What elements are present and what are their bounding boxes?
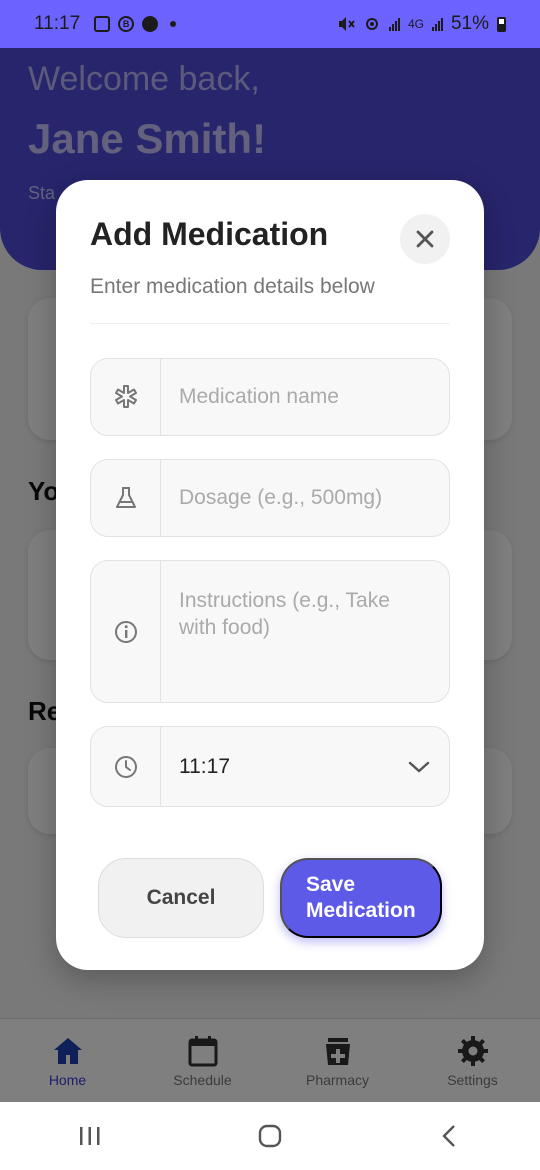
status-bar: 11:17 B 4G 51%: [0, 0, 540, 48]
save-medication-button[interactable]: Save Medication: [280, 858, 442, 938]
network-label: 4G: [407, 17, 424, 31]
recent-apps-icon[interactable]: [77, 1124, 103, 1148]
close-button[interactable]: [400, 214, 450, 264]
field-icon-cell: [91, 561, 161, 702]
signal-icon: [388, 17, 400, 31]
notification-dot-icon: [170, 21, 177, 27]
dialog-title: Add Medication: [90, 216, 329, 252]
add-medication-dialog: Add Medication Enter medication details …: [56, 180, 484, 970]
medication-name-field: [90, 358, 450, 436]
clock-icon: [114, 755, 137, 778]
time-value: 11:17: [179, 754, 230, 778]
status-time: 11:17: [34, 13, 81, 34]
b-app-icon: B: [118, 16, 135, 32]
medical-asterisk-icon: [114, 385, 137, 408]
info-icon: [114, 620, 137, 643]
dosage-field: [90, 459, 450, 537]
field-icon-cell: [91, 460, 161, 536]
dialog-subtitle: Enter medication details below: [90, 275, 375, 298]
home-nav-icon[interactable]: [257, 1123, 283, 1149]
system-nav-bar: [0, 1102, 540, 1170]
back-icon[interactable]: [437, 1123, 463, 1149]
mute-icon: [338, 17, 355, 31]
flask-icon: [115, 487, 136, 508]
instructions-input[interactable]: [161, 561, 449, 702]
gallery-icon: [94, 16, 111, 32]
chevron-cell: [389, 727, 449, 806]
hotspot-icon: [365, 18, 378, 30]
battery-percent: 51%: [450, 13, 489, 34]
signal-icon-2: [431, 17, 443, 31]
field-icon-cell: [91, 359, 161, 435]
cancel-button[interactable]: Cancel: [98, 858, 264, 938]
instructions-field: [90, 560, 450, 703]
dialog-divider: [90, 323, 450, 324]
chevron-down-icon: [408, 761, 430, 773]
close-icon: [416, 230, 434, 248]
battery-icon: [497, 16, 506, 32]
a-app-icon: [142, 16, 159, 32]
medication-name-input[interactable]: [161, 359, 449, 435]
field-icon-cell: [91, 727, 161, 806]
time-picker[interactable]: 11:17: [90, 726, 450, 807]
dosage-input[interactable]: [161, 460, 449, 536]
